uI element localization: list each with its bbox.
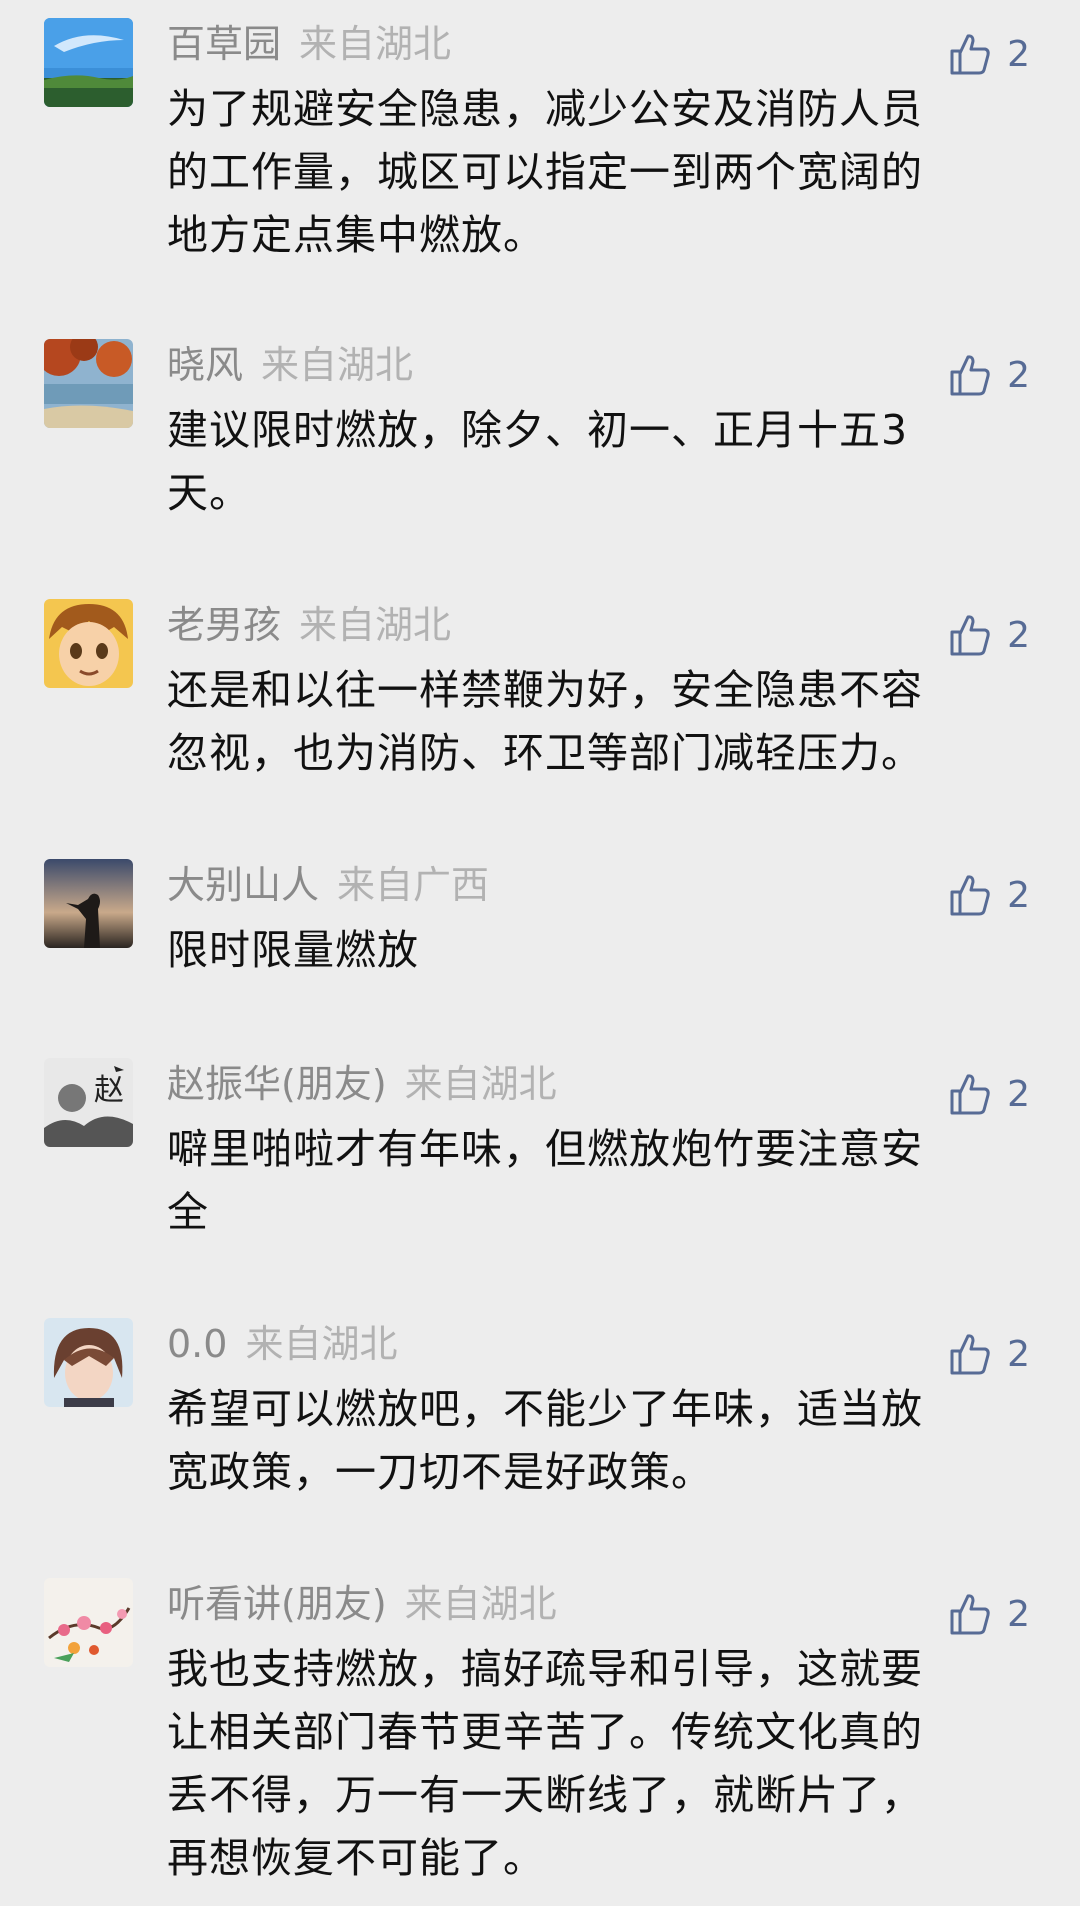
- comment-meta: 0.0 来自湖北: [167, 1318, 397, 1370]
- commenter-name[interactable]: 听看讲(朋友): [167, 1582, 387, 1626]
- thumbs-up-icon: [950, 615, 990, 656]
- comment-line: 宽政策，一刀切不是好政策。: [167, 1448, 713, 1496]
- comment-line: 天。: [167, 469, 251, 517]
- comment-location: 来自湖北: [299, 22, 452, 66]
- cartoon-boy-avatar: [44, 599, 133, 688]
- comment-line: 希望可以燃放吧，不能少了年味，适当放: [167, 1385, 923, 1433]
- commenter-name[interactable]: 赵振华(朋友): [167, 1062, 387, 1106]
- commenter-name[interactable]: 大别山人: [167, 863, 319, 907]
- comment-line: 让相关部门春节更辛苦了。传统文化真的: [167, 1708, 923, 1756]
- like-count: 2: [1007, 614, 1030, 656]
- like-count: 2: [1007, 33, 1030, 75]
- comment-line: 为了规避安全隐患，减少公安及消防人员: [167, 85, 923, 133]
- comment-meta: 听看讲(朋友) 来自湖北: [167, 1578, 557, 1630]
- comment-line: 再想恢复不可能了。: [167, 1834, 545, 1882]
- avatar[interactable]: [44, 599, 133, 688]
- comment-meta: 赵振华(朋友) 来自湖北: [167, 1058, 557, 1110]
- comment-location: 来自广西: [337, 863, 490, 907]
- commenter-name[interactable]: 0.0: [167, 1322, 227, 1366]
- comment-meta: 晓风 来自湖北: [167, 339, 413, 391]
- comment-location: 来自湖北: [404, 1062, 557, 1106]
- plum-blossom-avatar: [44, 1578, 133, 1667]
- comment-line: 我也支持燃放，搞好疏导和引导，这就要: [167, 1645, 923, 1693]
- like-count: 2: [1007, 1593, 1030, 1635]
- comment-line: 丢不得，万一有一天断线了，就断片了，: [167, 1771, 923, 1819]
- like-count: 2: [1007, 354, 1030, 396]
- like-count: 2: [1007, 1333, 1030, 1375]
- like-button[interactable]: 2: [949, 867, 1030, 923]
- comment-location: 来自湖北: [245, 1322, 398, 1366]
- comment-line: 限时限量燃放: [167, 926, 419, 974]
- comment-meta: 老男孩 来自湖北: [167, 599, 451, 651]
- comment-text: 为了规避安全隐患，减少公安及消防人员 的工作量，城区可以指定一到两个宽阔的 地方…: [167, 78, 1017, 267]
- comment-line: 建议限时燃放，除夕、初一、正月十五3: [167, 406, 909, 454]
- comment-text: 建议限时燃放，除夕、初一、正月十五3 天。: [167, 399, 1017, 525]
- like-count: 2: [1007, 1073, 1030, 1115]
- avatar[interactable]: 赵: [44, 1058, 133, 1147]
- avatar[interactable]: [44, 18, 133, 107]
- thumbs-up-icon: [950, 1594, 990, 1635]
- avatar[interactable]: [44, 339, 133, 428]
- comment-meta: 百草园 来自湖北: [167, 18, 451, 70]
- comment-line: 忽视，也为消防、环卫等部门减轻压力。: [167, 729, 923, 777]
- like-button[interactable]: 2: [949, 26, 1030, 82]
- comment-text: 限时限量燃放: [167, 919, 1017, 982]
- comment-text: 我也支持燃放，搞好疏导和引导，这就要 让相关部门春节更辛苦了。传统文化真的 丢不…: [167, 1638, 1017, 1890]
- comment-meta: 大别山人 来自广西: [167, 859, 489, 911]
- calligraphy-zhao-avatar: 赵: [44, 1058, 133, 1147]
- avatar[interactable]: [44, 1578, 133, 1667]
- thumbs-up-icon: [950, 875, 990, 916]
- like-button[interactable]: 2: [949, 347, 1030, 403]
- thumbs-up-icon: [950, 1334, 990, 1375]
- commenter-name[interactable]: 老男孩: [167, 603, 281, 647]
- like-button[interactable]: 2: [949, 1066, 1030, 1122]
- thumbs-up-icon: [950, 34, 990, 75]
- comment-text: 噼里啪啦才有年味，但燃放炮竹要注意安 全: [167, 1118, 1017, 1244]
- like-button[interactable]: 2: [949, 607, 1030, 663]
- comment-location: 来自湖北: [261, 343, 414, 387]
- comment-line: 的工作量，城区可以指定一到两个宽阔的: [167, 148, 923, 196]
- thumbs-up-icon: [950, 1074, 990, 1115]
- autumn-lake-avatar: [44, 339, 133, 428]
- avatar[interactable]: [44, 859, 133, 948]
- comment-location: 来自湖北: [404, 1582, 557, 1626]
- thumbs-up-icon: [950, 355, 990, 396]
- sky-landscape-avatar: [44, 18, 133, 107]
- commenter-name[interactable]: 晓风: [167, 343, 243, 387]
- like-button[interactable]: 2: [949, 1586, 1030, 1642]
- comment-line: 全: [167, 1188, 209, 1236]
- like-button[interactable]: 2: [949, 1326, 1030, 1382]
- portrait-avatar: [44, 1318, 133, 1407]
- avatar[interactable]: [44, 1318, 133, 1407]
- comment-line: 噼里啪啦才有年味，但燃放炮竹要注意安: [167, 1125, 923, 1173]
- silhouette-sunset-avatar: [44, 859, 133, 948]
- comment-line: 地方定点集中燃放。: [167, 211, 545, 259]
- zhao-glyph: 赵: [94, 1073, 124, 1108]
- like-count: 2: [1007, 874, 1030, 916]
- comment-location: 来自湖北: [299, 603, 452, 647]
- comment-text: 希望可以燃放吧，不能少了年味，适当放 宽政策，一刀切不是好政策。: [167, 1378, 1017, 1504]
- comment-text: 还是和以往一样禁鞭为好，安全隐患不容 忽视，也为消防、环卫等部门减轻压力。: [167, 659, 1017, 785]
- comment-line: 还是和以往一样禁鞭为好，安全隐患不容: [167, 666, 923, 714]
- commenter-name[interactable]: 百草园: [167, 22, 281, 66]
